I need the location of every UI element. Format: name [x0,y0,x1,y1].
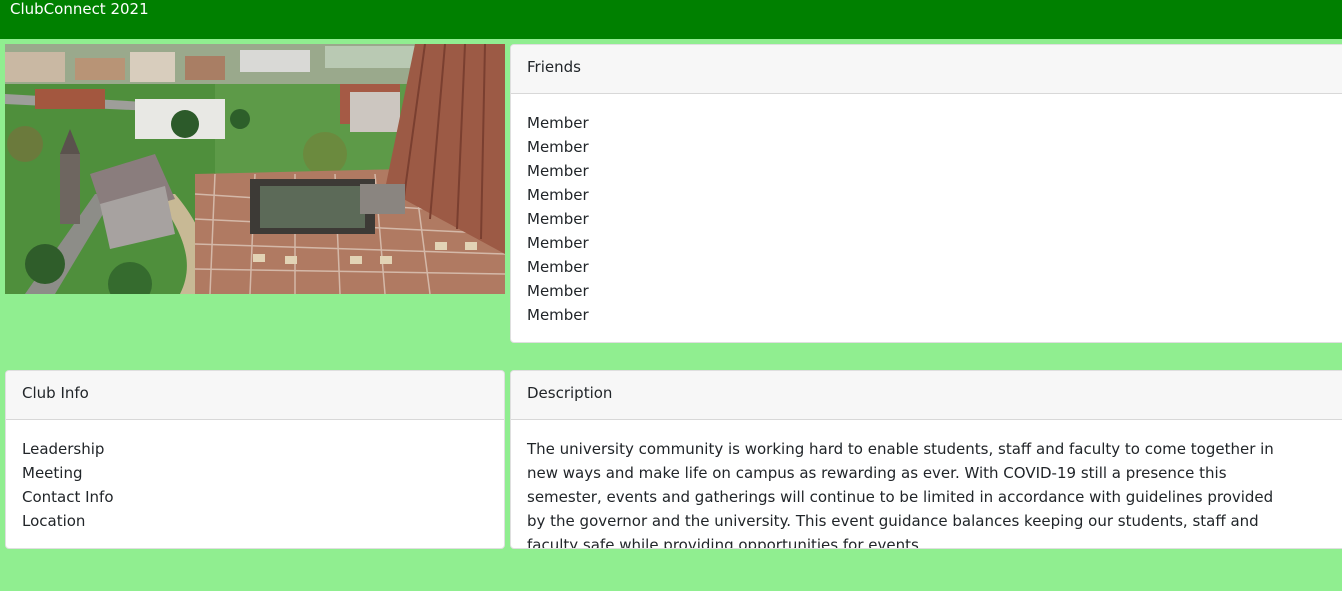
description-body: The university community is working hard… [511,420,1311,549]
description-text: The university community is working hard… [527,440,1274,549]
club-info-list: Leadership Meeting Contact Info Location [6,420,504,533]
description-card: Description The university community is … [510,370,1342,549]
top-navbar: ClubConnect 2021 [0,0,1342,39]
club-info-card: Club Info Leadership Meeting Contact Inf… [5,370,505,549]
brand-title[interactable]: ClubConnect 2021 [10,0,149,18]
description-card-header: Description [511,371,1342,420]
club-info-contact[interactable]: Contact Info [22,485,488,509]
club-info-meeting[interactable]: Meeting [22,461,488,485]
club-info-leadership[interactable]: Leadership [22,437,488,461]
friend-member[interactable]: Member [527,255,1333,279]
campus-aerial-image [5,44,505,294]
friend-member[interactable]: Member [527,231,1333,255]
friends-card: Friends Member Member Member Member Memb… [510,44,1342,343]
friend-member[interactable]: Member [527,183,1333,207]
club-info-location[interactable]: Location [22,509,488,533]
friends-list: Member Member Member Member Member Membe… [511,94,1342,327]
friend-member[interactable]: Member [527,135,1333,159]
friend-member[interactable]: Member [527,279,1333,303]
friend-member[interactable]: Member [527,207,1333,231]
friends-card-header: Friends [511,45,1342,94]
club-info-card-header: Club Info [6,371,504,420]
friend-member[interactable]: Member [527,303,1333,327]
friend-member[interactable]: Member [527,159,1333,183]
friend-member[interactable]: Member [527,111,1333,135]
